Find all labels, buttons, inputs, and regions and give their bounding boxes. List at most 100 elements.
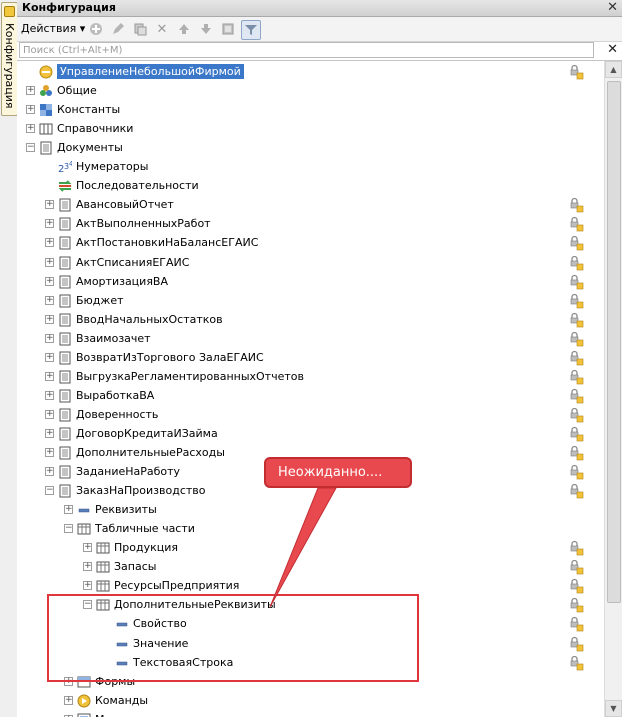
tree-row[interactable]: + Взаимозачет <box>17 330 605 349</box>
expand-icon[interactable]: + <box>45 334 54 343</box>
lock-icon <box>569 331 585 347</box>
document-icon <box>58 217 72 231</box>
document-icon <box>58 313 72 327</box>
document-icon <box>58 370 72 384</box>
expand-icon[interactable]: + <box>45 200 54 209</box>
expand-icon[interactable]: + <box>45 353 54 362</box>
expand-icon[interactable]: + <box>45 467 54 476</box>
tree-row[interactable]: + Продукция <box>17 539 605 558</box>
expand-icon[interactable]: + <box>45 372 54 381</box>
clear-search-icon[interactable]: ✕ <box>607 42 618 57</box>
tree-row[interactable]: + Запасы <box>17 558 605 577</box>
tree-row[interactable]: + ВозвратИзТоргового ЗалаЕГАИС <box>17 349 605 368</box>
tree-row[interactable]: + АмортизацияВА <box>17 273 605 292</box>
expand-icon[interactable]: + <box>45 410 54 419</box>
filter-icon[interactable] <box>241 20 261 40</box>
lock-icon <box>569 636 585 652</box>
sort-icon[interactable] <box>219 20 237 38</box>
expand-icon[interactable]: + <box>83 562 92 571</box>
edit-icon[interactable] <box>109 20 127 38</box>
tree-row[interactable]: + АвансовыйОтчет <box>17 196 605 215</box>
tree-row[interactable]: + Доверенность <box>17 406 605 425</box>
tree-row[interactable]: + АктПостановкиНаБалансЕГАИС <box>17 234 605 253</box>
tree-row-label: АктПостановкиНаБалансЕГАИС <box>76 236 259 249</box>
tree-row[interactable]: + АктСписанияЕГАИС <box>17 254 605 273</box>
delete-icon[interactable]: ✕ <box>153 20 171 38</box>
expand-icon[interactable]: + <box>26 124 35 133</box>
tree-row[interactable]: + Общие <box>17 82 605 101</box>
collapse-icon[interactable]: − <box>26 143 35 152</box>
tree-row[interactable]: + Бюджет <box>17 292 605 311</box>
collapse-icon[interactable]: − <box>64 524 73 533</box>
expand-icon[interactable]: + <box>45 448 54 457</box>
document-icon <box>58 198 72 212</box>
side-panel: Конфигурация <box>0 0 18 717</box>
lock-icon <box>569 274 585 290</box>
collapse-icon[interactable]: − <box>45 486 54 495</box>
documents-icon <box>39 141 53 155</box>
document-icon <box>58 332 72 346</box>
tree-row[interactable]: + Справочники <box>17 120 605 139</box>
tree-row-label: Доверенность <box>76 408 159 421</box>
search-row: ✕ <box>17 42 622 61</box>
expand-icon[interactable]: + <box>26 86 35 95</box>
tree-row[interactable]: 2 3 4 Нумераторы <box>17 158 605 177</box>
tree-row[interactable]: + Реквизиты <box>17 501 605 520</box>
tree-row[interactable]: − Табличные части <box>17 520 605 539</box>
copy-icon[interactable] <box>131 20 149 38</box>
move-down-icon[interactable] <box>197 20 215 38</box>
tree-row-label: ЗаданиеНаРаботу <box>76 465 181 478</box>
lock-icon <box>569 388 585 404</box>
tree-row[interactable]: + Команды <box>17 692 605 711</box>
tree-row-label: РесурсыПредприятия <box>114 579 240 592</box>
tree-row-label: Макеты <box>95 713 140 717</box>
tree-row[interactable]: + ВыгрузкаРегламентированныхОтчетов <box>17 368 605 387</box>
tree-row-label: Документы <box>57 141 123 154</box>
commands-icon <box>77 694 91 708</box>
expand-icon[interactable]: + <box>83 581 92 590</box>
document-icon <box>58 389 72 403</box>
lock-icon <box>569 235 585 251</box>
tree-row[interactable]: + ДоговорКредитаИЗайма <box>17 425 605 444</box>
scroll-down-icon[interactable]: ▼ <box>605 700 622 717</box>
tree-row[interactable]: − Документы <box>17 139 605 158</box>
tree-row[interactable]: + ВводНачальныхОстатков <box>17 311 605 330</box>
tree-row-label: ВыгрузкаРегламентированныхОтчетов <box>76 370 304 383</box>
document-icon <box>58 408 72 422</box>
expand-icon[interactable]: + <box>45 391 54 400</box>
expand-icon[interactable]: + <box>64 505 73 514</box>
tree-row[interactable]: +Макеты <box>17 711 605 717</box>
lock-icon <box>569 293 585 309</box>
expand-icon[interactable]: + <box>45 296 54 305</box>
add-icon[interactable] <box>87 20 105 38</box>
move-up-icon[interactable] <box>175 20 193 38</box>
tabular-icon <box>96 541 110 555</box>
expand-icon[interactable]: + <box>45 315 54 324</box>
expand-icon[interactable]: + <box>45 219 54 228</box>
expand-icon[interactable]: + <box>83 543 92 552</box>
close-icon[interactable]: ✕ <box>607 0 618 15</box>
tree-row-label: Взаимозачет <box>76 332 151 345</box>
side-tab-configuration[interactable]: Конфигурация <box>1 2 18 116</box>
lock-icon <box>569 369 585 385</box>
scroll-thumb[interactable] <box>607 81 621 603</box>
expand-icon[interactable]: + <box>45 429 54 438</box>
expand-icon[interactable]: + <box>26 105 35 114</box>
tree-row[interactable]: Последовательности <box>17 177 605 196</box>
tree-row-label: АвансовыйОтчет <box>76 198 174 211</box>
expand-icon[interactable]: + <box>45 277 54 286</box>
expand-icon[interactable]: + <box>64 696 73 705</box>
tree-row[interactable]: + АктВыполненныхРабот <box>17 215 605 234</box>
config-root-icon <box>39 65 53 79</box>
tabular-icon <box>77 522 91 536</box>
vertical-scrollbar[interactable]: ▲ ▼ <box>604 61 622 717</box>
document-icon <box>58 256 72 270</box>
tree-row[interactable]: + Константы <box>17 101 605 120</box>
expand-icon[interactable]: + <box>45 258 54 267</box>
expand-icon[interactable]: + <box>45 238 54 247</box>
search-input[interactable] <box>19 42 594 58</box>
tree-row[interactable]: + ВыработкаВА <box>17 387 605 406</box>
scroll-up-icon[interactable]: ▲ <box>605 61 622 78</box>
actions-menu-button[interactable]: Действия ▾ <box>21 22 85 35</box>
tree-row[interactable]: УправлениеНебольшойФирмой <box>17 63 605 82</box>
